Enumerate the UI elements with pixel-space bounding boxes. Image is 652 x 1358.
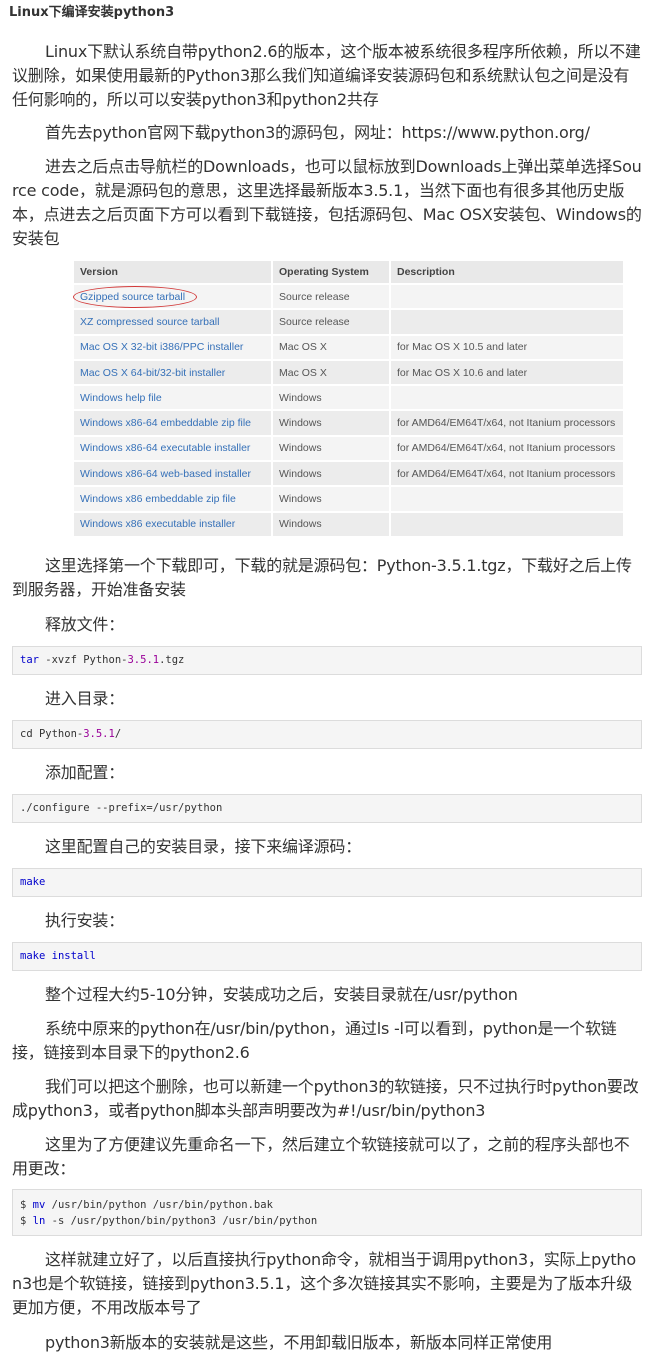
table-row: Mac OS X 32-bit i386/PPC installer Mac O… xyxy=(74,333,625,360)
paragraph-navigation: 进去之后点击导航栏的Downloads，也可以鼠标放到Downloads上弹出菜… xyxy=(12,157,642,248)
paragraph-choose-first: 这里选择第一个下载即可，下载的就是源码包：Python-3.5.1.tgz，下载… xyxy=(12,556,632,599)
code-block-configure: ./configure --prefix=/usr/python xyxy=(12,794,642,823)
header-description: Description xyxy=(390,261,625,284)
paragraph-done: 这样就建立好了，以后直接执行python命令，就相当于调用python3，实际上… xyxy=(12,1250,636,1317)
description-cell: for Mac OS X 10.5 and later xyxy=(390,333,625,360)
os-cell: Source release xyxy=(272,308,391,335)
download-link[interactable]: Mac OS X 64-bit/32-bit installer xyxy=(74,358,273,386)
code-text: ./configure --prefix=/usr/python xyxy=(20,802,223,814)
code-text: -s /usr/python/bin/python3 /usr/bin/pyth… xyxy=(45,1215,318,1227)
table-row: Windows x86 embeddable zip file Windows xyxy=(74,485,625,512)
table-row: XZ compressed source tarball Source rele… xyxy=(74,308,625,335)
description-cell: for AMD64/EM64T/x64, not Itanium process… xyxy=(390,434,625,462)
paragraph-enter-dir: 进入目录： xyxy=(45,689,125,708)
paragraph-new-symlink: 我们可以把这个删除，也可以新建一个python3的软链接，只不过执行时pytho… xyxy=(12,1077,639,1120)
download-link[interactable]: Windows x86 executable installer xyxy=(74,510,273,536)
os-cell: Windows xyxy=(272,485,391,512)
code-text: .tgz xyxy=(159,654,185,666)
paragraph-download-source: 首先去python官网下载python3的源码包，网址：https://www.… xyxy=(45,123,590,142)
header-version: Version xyxy=(74,261,273,284)
code-keyword: make xyxy=(20,876,46,888)
download-table: Version Operating System Description Gzi… xyxy=(74,261,625,536)
python-download-table-image: Version Operating System Description Gzi… xyxy=(44,258,626,541)
description-cell: for Mac OS X 10.6 and later xyxy=(390,358,625,386)
paragraph-rename: 这里为了方便建议先重命名一下，然后建立个软链接就可以了，之前的程序头部也不用更改… xyxy=(12,1135,630,1178)
download-link[interactable]: Windows x86-64 web-based installer xyxy=(74,460,273,487)
code-keyword: ln xyxy=(32,1215,46,1227)
os-cell: Mac OS X xyxy=(272,333,391,360)
table-row: Gzipped source tarball Source release xyxy=(74,282,625,310)
header-os: Operating System xyxy=(272,261,391,284)
table-row: Windows x86-64 executable installer Wind… xyxy=(74,434,625,462)
paragraph-compile: 这里配置自己的安装目录，接下来编译源码： xyxy=(45,837,362,856)
code-keyword: make xyxy=(20,950,46,962)
os-cell: Windows xyxy=(272,409,391,436)
paragraph-intro: Linux下默认系统自带python2.6的版本，这个版本被系统很多程序所依赖，… xyxy=(12,42,641,109)
table-row: Windows help file Windows xyxy=(74,384,625,411)
code-keyword: tar xyxy=(20,654,39,666)
code-prompt: $ xyxy=(20,1199,33,1211)
table-row: Mac OS X 64-bit/32-bit installer Mac OS … xyxy=(74,358,625,386)
code-keyword: mv xyxy=(32,1199,46,1211)
description-cell xyxy=(390,510,625,536)
paragraph-symlink-info: 系统中原来的python在/usr/bin/python，通过ls -l可以看到… xyxy=(12,1019,617,1062)
description-cell xyxy=(390,384,625,411)
os-cell: Windows xyxy=(272,434,391,462)
code-number: 3.5.1 xyxy=(127,654,160,666)
code-text: -xvzf Python- xyxy=(38,654,128,666)
download-link[interactable]: Mac OS X 32-bit i386/PPC installer xyxy=(74,333,273,360)
paragraph-duration: 整个过程大约5-10分钟，安装成功之后，安装目录就在/usr/python xyxy=(45,985,518,1004)
code-block-symlink: $ mv /usr/bin/python /usr/bin/python.bak… xyxy=(12,1189,642,1236)
table-row: Windows x86-64 embeddable zip file Windo… xyxy=(74,409,625,436)
page-title: Linux下编译安装python3 xyxy=(9,5,175,20)
description-cell xyxy=(390,485,625,512)
description-cell: for AMD64/EM64T/x64, not Itanium process… xyxy=(390,460,625,487)
code-text: / xyxy=(114,728,122,740)
code-text: cd Python- xyxy=(20,728,84,740)
code-prompt: $ xyxy=(20,1215,33,1227)
code-block-make: make xyxy=(12,868,642,897)
code-block-make-install: make install xyxy=(12,942,642,971)
download-link[interactable]: Windows x86 embeddable zip file xyxy=(74,485,273,512)
paragraph-summary: python3新版本的安装就是这些，不用卸载旧版本，新版本同样正常使用 xyxy=(45,1333,553,1352)
code-block-extract: tar -xvzf Python-3.5.1.tgz xyxy=(12,646,642,675)
description-cell xyxy=(390,282,625,310)
code-block-cd: cd Python-3.5.1/ xyxy=(12,720,642,749)
code-text: /usr/bin/python /usr/bin/python.bak xyxy=(45,1199,273,1211)
os-cell: Windows xyxy=(272,460,391,487)
download-link[interactable]: XZ compressed source tarball xyxy=(74,308,273,335)
code-line: $ mv /usr/bin/python /usr/bin/python.bak xyxy=(20,1197,641,1213)
download-link[interactable]: Windows x86-64 embeddable zip file xyxy=(74,409,273,436)
os-cell: Mac OS X xyxy=(272,358,391,386)
code-keyword: install xyxy=(51,950,96,962)
description-cell xyxy=(390,308,625,335)
code-line: $ ln -s /usr/python/bin/python3 /usr/bin… xyxy=(20,1213,641,1229)
download-table-header: Version Operating System Description xyxy=(74,261,625,284)
os-cell: Source release xyxy=(272,282,391,310)
description-cell: for AMD64/EM64T/x64, not Itanium process… xyxy=(390,409,625,436)
table-row: Windows x86 executable installer Windows xyxy=(74,510,625,536)
os-cell: Windows xyxy=(272,510,391,536)
table-row: Windows x86-64 web-based installer Windo… xyxy=(74,460,625,487)
os-cell: Windows xyxy=(272,384,391,411)
paragraph-install: 执行安装： xyxy=(45,911,125,930)
paragraph-extract: 释放文件： xyxy=(45,615,125,634)
download-link[interactable]: Gzipped source tarball xyxy=(74,282,273,310)
code-number: 3.5.1 xyxy=(83,728,115,740)
download-link[interactable]: Windows x86-64 executable installer xyxy=(74,434,273,462)
download-link[interactable]: Windows help file xyxy=(74,384,273,411)
paragraph-configure: 添加配置： xyxy=(45,763,125,782)
